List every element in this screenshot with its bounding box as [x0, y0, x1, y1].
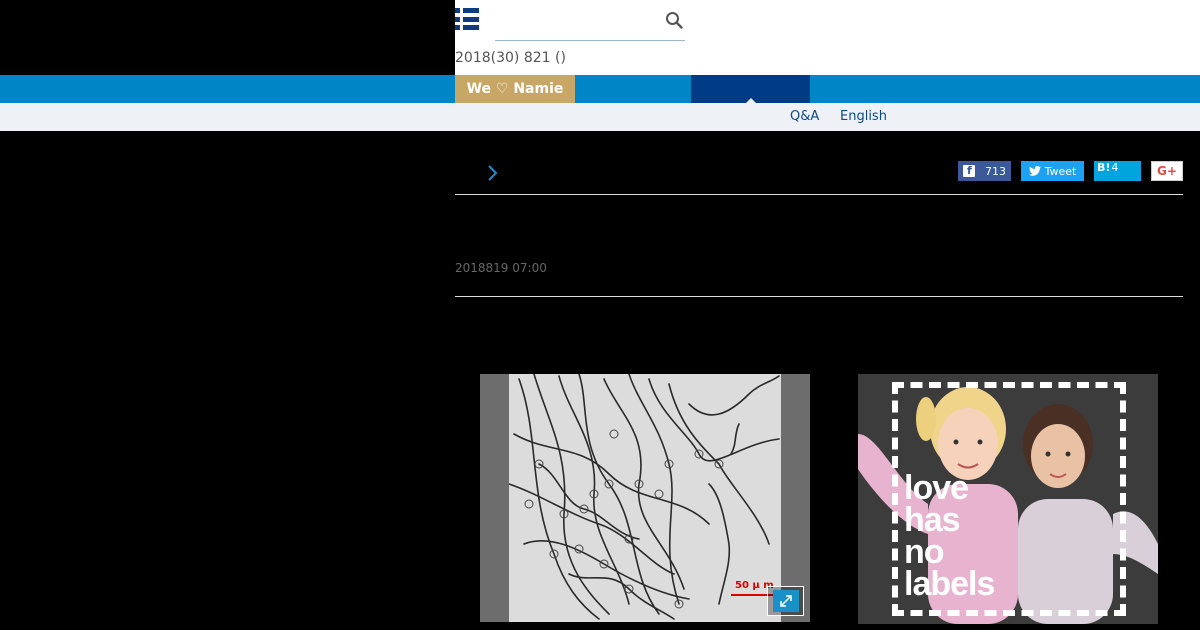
twitter-share-button[interactable]: Tweet: [1021, 161, 1084, 181]
expand-icon: [779, 595, 792, 607]
header: 2018(30) 821 (): [455, 0, 1200, 75]
search-icon[interactable]: [665, 11, 683, 29]
twitter-label: Tweet: [1044, 164, 1077, 178]
divider-top: [455, 194, 1183, 195]
google-plus-share-button[interactable]: G+: [1151, 161, 1183, 181]
search-input[interactable]: [495, 4, 655, 40]
google-plus-icon: G+: [1157, 164, 1177, 178]
facebook-share-button[interactable]: f 713: [958, 161, 1011, 181]
twitter-icon: [1028, 166, 1041, 176]
page: 2018(30) 821 () We ♡ Namie Q&A English f…: [0, 0, 1200, 630]
micrograph-figure: 50 μ m: [480, 374, 810, 622]
nav-we-love-namie[interactable]: We ♡ Namie: [455, 75, 575, 103]
main-nav: We ♡ Namie: [0, 75, 1200, 103]
love-has-no-labels-figure: love has no labels: [858, 374, 1158, 624]
facebook-icon: f: [963, 165, 975, 177]
facebook-count: 713: [985, 164, 1006, 178]
love-has-no-labels-text: love has no labels: [904, 469, 995, 603]
hatena-count: 4: [1111, 161, 1119, 174]
subnav-qa-link[interactable]: Q&A: [790, 109, 819, 124]
dateline: 2018(30) 821 (): [455, 50, 566, 66]
search-box: [495, 4, 685, 41]
hatena-icon: B!: [1097, 161, 1111, 174]
nav-item-active[interactable]: [691, 75, 810, 103]
subnav-english-link[interactable]: English: [840, 109, 887, 124]
expand-image-button[interactable]: [767, 586, 804, 616]
hatena-bookmark-button[interactable]: B! 4: [1094, 161, 1141, 181]
divider-bottom: [455, 296, 1183, 297]
sub-nav: Q&A English: [0, 103, 1200, 131]
micrograph-image: 50 μ m: [509, 374, 781, 622]
chevron-right-icon[interactable]: [485, 164, 499, 182]
published-date: 2018819 07:00: [455, 261, 547, 275]
menu-icon[interactable]: [455, 8, 479, 30]
